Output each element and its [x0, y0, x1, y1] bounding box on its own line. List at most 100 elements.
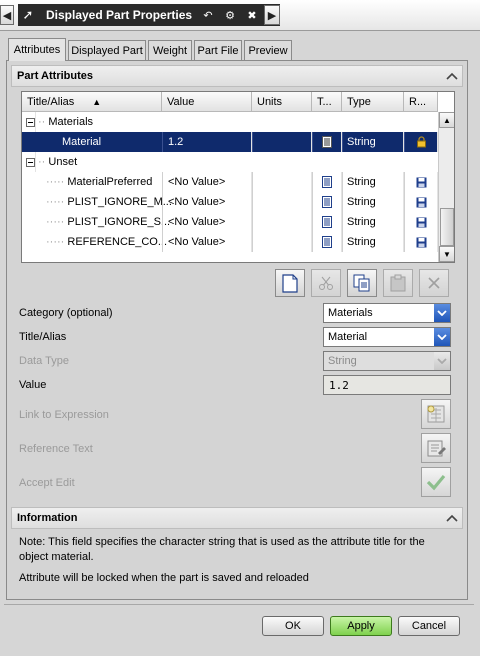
scissors-icon: [319, 276, 333, 290]
tab-displayed-part[interactable]: Displayed Part: [68, 40, 146, 60]
collapse-up-icon[interactable]: [444, 510, 460, 526]
tab-part-file[interactable]: Part File: [194, 40, 242, 60]
checkmark-icon: [426, 474, 446, 491]
document-icon[interactable]: [312, 172, 342, 192]
title-bar-dark-strip: ➚ Displayed Part Properties: [18, 4, 280, 26]
attributes-panel: Part Attributes Title/Alias ▲ Value Unit…: [6, 60, 468, 600]
save-icon[interactable]: [404, 232, 438, 252]
table-row[interactable]: ····· REFERENCE_CO... <No Value> String: [22, 232, 438, 252]
chevron-down-icon[interactable]: [434, 304, 450, 322]
table-row[interactable]: ····· PLIST_IGNORE_M... <No Value> Strin…: [22, 192, 438, 212]
part-attributes-header[interactable]: Part Attributes: [11, 65, 463, 87]
group-row-materials[interactable]: ·· Materials: [22, 112, 438, 132]
new-attribute-button[interactable]: [275, 269, 305, 297]
row-value: 1.2: [162, 132, 252, 152]
row-type: String: [342, 172, 404, 192]
table-row[interactable]: Material 1.2 String: [22, 132, 438, 152]
group-row-unset[interactable]: ·· Unset: [22, 152, 438, 172]
table-row[interactable]: ····· MaterialPreferred <No Value> Strin…: [22, 172, 438, 192]
column-header-units[interactable]: Units: [252, 92, 312, 112]
attributes-table: Title/Alias ▲ Value Units T... Type R...…: [21, 91, 455, 263]
tab-preview[interactable]: Preview: [244, 40, 292, 60]
cancel-button[interactable]: Cancel: [398, 616, 460, 636]
chevron-right-icon[interactable]: ▶: [264, 5, 280, 25]
window-title: Displayed Part Properties: [46, 8, 193, 22]
copy-button[interactable]: [347, 269, 377, 297]
save-icon[interactable]: [404, 192, 438, 212]
category-select[interactable]: Materials: [323, 303, 451, 323]
data-type-label: Data Type: [19, 355, 69, 367]
row-type: String: [342, 132, 404, 152]
sort-ascending-icon: ▲: [92, 96, 102, 107]
row-value: <No Value>: [162, 172, 252, 192]
lock-note: Attribute will be locked when the part i…: [19, 572, 309, 584]
row-units: [252, 192, 312, 212]
select-cursor-icon[interactable]: ➚: [18, 4, 38, 26]
row-units: [252, 212, 312, 232]
apply-button[interactable]: Apply: [330, 616, 392, 636]
title-bar: ◀ ➚ Displayed Part Properties ↶ ⚙ ✖ ▶: [0, 0, 480, 31]
row-type: String: [342, 212, 404, 232]
footer-divider: [4, 604, 474, 605]
document-icon[interactable]: [312, 212, 342, 232]
close-icon[interactable]: ✖: [242, 5, 262, 25]
paste-button[interactable]: [383, 269, 413, 297]
scroll-up-icon[interactable]: ▲: [439, 112, 454, 128]
column-header-r[interactable]: R...: [404, 92, 438, 112]
scroll-down-icon[interactable]: ▼: [439, 246, 454, 262]
document-icon[interactable]: [312, 132, 342, 152]
reference-text-label: Reference Text: [19, 443, 93, 455]
value-label: Value: [19, 379, 47, 391]
link-to-expression-label: Link to Expression: [19, 409, 109, 421]
column-header-t[interactable]: T...: [312, 92, 342, 112]
row-title: ····· MaterialPreferred: [46, 176, 153, 188]
tab-attributes[interactable]: Attributes: [8, 38, 66, 61]
column-header-title[interactable]: Title/Alias ▲: [22, 92, 162, 112]
title-alias-select[interactable]: Material: [323, 327, 451, 347]
row-title: ····· PLIST_IGNORE_S...: [46, 216, 171, 228]
row-value: <No Value>: [162, 192, 252, 212]
accept-edit-label: Accept Edit: [19, 477, 75, 489]
row-units: [252, 232, 312, 252]
table-scrollbar[interactable]: ▲ ▼: [438, 112, 454, 262]
copy-icon: [353, 274, 370, 292]
tree-collapse-icon[interactable]: [26, 112, 36, 132]
chevron-down-icon: [434, 352, 450, 370]
collapse-up-icon[interactable]: [444, 68, 460, 84]
chevron-left-icon[interactable]: ◀: [0, 5, 14, 25]
column-header-type[interactable]: Type: [342, 92, 404, 112]
table-row[interactable]: ····· PLIST_IGNORE_S... <No Value> Strin…: [22, 212, 438, 232]
scroll-thumb[interactable]: [440, 208, 454, 246]
category-label: Category (optional): [19, 307, 113, 319]
group-label: ·· Materials: [38, 116, 94, 128]
tree-collapse-icon[interactable]: [26, 152, 36, 172]
accept-edit-button[interactable]: [421, 467, 451, 497]
save-icon[interactable]: [404, 212, 438, 232]
value-input[interactable]: 1.2: [323, 375, 451, 395]
cut-button[interactable]: [311, 269, 341, 297]
data-type-select[interactable]: String: [323, 351, 451, 371]
delete-button[interactable]: [419, 269, 449, 297]
link-expression-button[interactable]: [421, 399, 451, 429]
paste-icon: [390, 274, 406, 292]
reset-icon[interactable]: ↶: [198, 5, 218, 25]
ok-button[interactable]: OK: [262, 616, 324, 636]
save-icon[interactable]: [404, 172, 438, 192]
part-attributes-title: Part Attributes: [17, 70, 93, 82]
new-document-icon: [282, 273, 298, 293]
lock-icon[interactable]: [404, 132, 438, 152]
reference-text-button[interactable]: [421, 433, 451, 463]
group-label: ·· Unset: [38, 156, 78, 168]
information-note: Note: This field specifies the character…: [19, 536, 425, 563]
tab-weight[interactable]: Weight: [148, 40, 192, 60]
row-title: Material: [62, 136, 102, 148]
row-type: String: [342, 232, 404, 252]
document-icon[interactable]: [312, 232, 342, 252]
chevron-down-icon[interactable]: [434, 328, 450, 346]
column-header-value[interactable]: Value: [162, 92, 252, 112]
expression-icon: [427, 405, 445, 423]
row-title: ····· REFERENCE_CO...: [46, 236, 168, 248]
information-header[interactable]: Information: [11, 507, 463, 529]
gear-icon[interactable]: ⚙: [220, 5, 240, 25]
document-icon[interactable]: [312, 192, 342, 212]
